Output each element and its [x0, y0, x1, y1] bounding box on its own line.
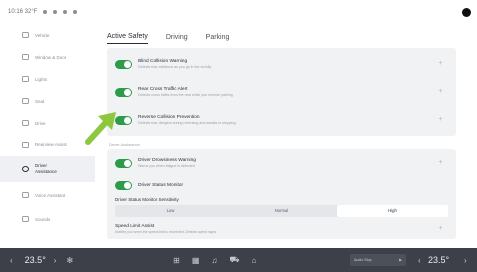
info-icon[interactable]: +	[437, 60, 444, 67]
setting-desc: Detects rear dangers during reversing an…	[138, 121, 236, 125]
chevron-right-icon[interactable]: ›	[464, 256, 467, 265]
sensitivity-selector: Low Normal High	[115, 205, 448, 217]
sidebar-item-voice-assistant[interactable]: Voice Assistant	[0, 182, 95, 208]
setting-title: Driver Status Monitor	[138, 182, 184, 188]
sensitivity-title: Driver Status Monitor Sensitivity	[115, 197, 179, 202]
grid-icon[interactable]: ▦	[192, 256, 200, 265]
setting-row: Speed Limit Assist Notifies you when the…	[115, 221, 448, 237]
sensitivity-normal[interactable]: Normal	[226, 205, 337, 217]
driver-status-toggle[interactable]	[115, 180, 132, 190]
seat-icon	[22, 98, 29, 104]
setting-title: Blind Collision Warning	[138, 59, 188, 64]
info-icon[interactable]: +	[437, 159, 444, 166]
sidebar-item-drive[interactable]: Drive	[0, 112, 95, 134]
driver-drowsiness-toggle[interactable]	[115, 158, 132, 168]
info-icon[interactable]: +	[437, 225, 444, 232]
sidebar-item-rearview-assist[interactable]: Rearview Assist	[0, 134, 95, 156]
setting-desc: Warns you when fatigue is detected	[138, 164, 195, 168]
sensitivity-high[interactable]: High	[337, 205, 448, 217]
setting-row: Rear Cross Traffic Alert Detects cross t…	[115, 78, 448, 106]
setting-title: Reverse Collision Prevention	[138, 115, 200, 120]
bluetooth-icon	[63, 10, 68, 14]
sidebar-item-label: Voice Assistant	[35, 192, 66, 198]
driver-assist-icon	[22, 166, 29, 172]
setting-desc: Detects cross traffic from the rear whil…	[138, 93, 233, 97]
section-label: Driver Assistance	[109, 142, 140, 147]
setting-row: Blind Collision Warning Detects rear col…	[115, 50, 448, 78]
sensitivity-low[interactable]: Low	[115, 205, 226, 217]
tab-active-safety[interactable]: Active Safety	[107, 33, 148, 44]
setting-title: Driver Drowsiness Warning	[138, 158, 196, 163]
fan-icon[interactable]: ✻	[66, 256, 73, 265]
highlight-arrow	[82, 108, 122, 148]
apps-icon[interactable]: ⊞	[173, 256, 180, 265]
status-time: 10:16 32°F	[8, 9, 38, 15]
main-content: Active Safety Driving Parking Blind Coll…	[107, 24, 456, 248]
info-icon[interactable]: +	[437, 116, 444, 123]
chevron-left-icon[interactable]: ‹	[418, 256, 421, 265]
sidebar-item-vehicle[interactable]: Vehicle	[0, 24, 95, 46]
setting-row: Driver Drowsiness Warning Warns you when…	[115, 151, 448, 175]
setting-desc: Notifies you when the speed limit is exc…	[115, 230, 217, 234]
temp-right[interactable]: 23.5°	[428, 255, 449, 265]
setting-desc: Detects rear collisions as you go in the…	[138, 65, 212, 69]
sidebar-item-window-door[interactable]: Window & Door	[0, 46, 95, 68]
sidebar-item-label: Sounds	[35, 216, 51, 222]
rear-cross-traffic-toggle[interactable]	[115, 87, 132, 97]
sidebar-item-seat[interactable]: Seat	[0, 90, 95, 112]
sidebar-item-lights[interactable]: Lights	[0, 68, 95, 90]
sidebar-item-driver-assistance[interactable]: Driver Assistance	[0, 156, 95, 182]
wifi-icon	[53, 10, 58, 14]
tab-bar: Active Safety Driving Parking	[107, 24, 456, 44]
sidebar-item-label: Driver Assistance	[35, 163, 57, 174]
sidebar-item-label: Window & Door	[35, 54, 67, 60]
media-player[interactable]: Audio Stop ▶	[350, 254, 406, 266]
info-icon[interactable]: +	[437, 88, 444, 95]
speaker-icon	[22, 216, 29, 222]
sidebar-item-label: Rearview Assist	[35, 142, 67, 147]
setting-row: Driver Status Monitor	[115, 175, 448, 195]
steering-icon	[22, 120, 29, 126]
arrow-icon	[85, 112, 116, 145]
voice-icon	[22, 192, 29, 198]
temp-left[interactable]: 23.5°	[25, 255, 46, 265]
window-icon	[22, 54, 29, 60]
chevron-left-icon[interactable]: ‹	[10, 256, 13, 265]
setting-row: Reverse Collision Prevention Detects rea…	[115, 106, 448, 134]
sidebar-item-label: Drive	[35, 120, 46, 126]
camera-icon	[462, 8, 471, 17]
tab-parking[interactable]: Parking	[206, 34, 230, 44]
signal-icon	[43, 10, 48, 14]
sidebar: Vehicle Window & Door Lights Seat Drive …	[0, 24, 95, 248]
bottom-bar: ‹ 23.5° › ✻ ⊞ ▦ ♫ ⛟ ⌂ Audio Stop ▶ ‹ 23.…	[0, 248, 477, 272]
blind-collision-toggle[interactable]	[115, 59, 132, 69]
status-icons	[43, 10, 78, 14]
home-icon[interactable]: ⌂	[252, 256, 257, 265]
active-safety-card: Blind Collision Warning Detects rear col…	[107, 48, 456, 136]
battery-icon	[73, 10, 78, 14]
status-bar: 10:16 32°F	[0, 0, 477, 24]
sidebar-item-label: Lights	[35, 76, 48, 82]
car-icon[interactable]: ⛟	[229, 255, 239, 265]
driver-assistance-card: Driver Drowsiness Warning Warns you when…	[107, 149, 456, 239]
sidebar-item-sounds[interactable]: Sounds	[0, 208, 95, 230]
setting-title: Rear Cross Traffic Alert	[138, 87, 188, 92]
car-icon	[22, 32, 29, 38]
sidebar-item-label: Seat	[35, 98, 45, 104]
play-icon[interactable]: ▶	[399, 258, 402, 262]
music-icon[interactable]: ♫	[211, 256, 217, 265]
setting-title: Speed Limit Assist	[115, 224, 155, 229]
sidebar-item-label: Vehicle	[35, 32, 50, 38]
tab-driving[interactable]: Driving	[166, 34, 188, 44]
chevron-right-icon[interactable]: ›	[54, 256, 57, 265]
light-icon	[22, 76, 29, 82]
rearview-icon	[22, 142, 29, 148]
media-label: Audio Stop	[354, 258, 372, 262]
